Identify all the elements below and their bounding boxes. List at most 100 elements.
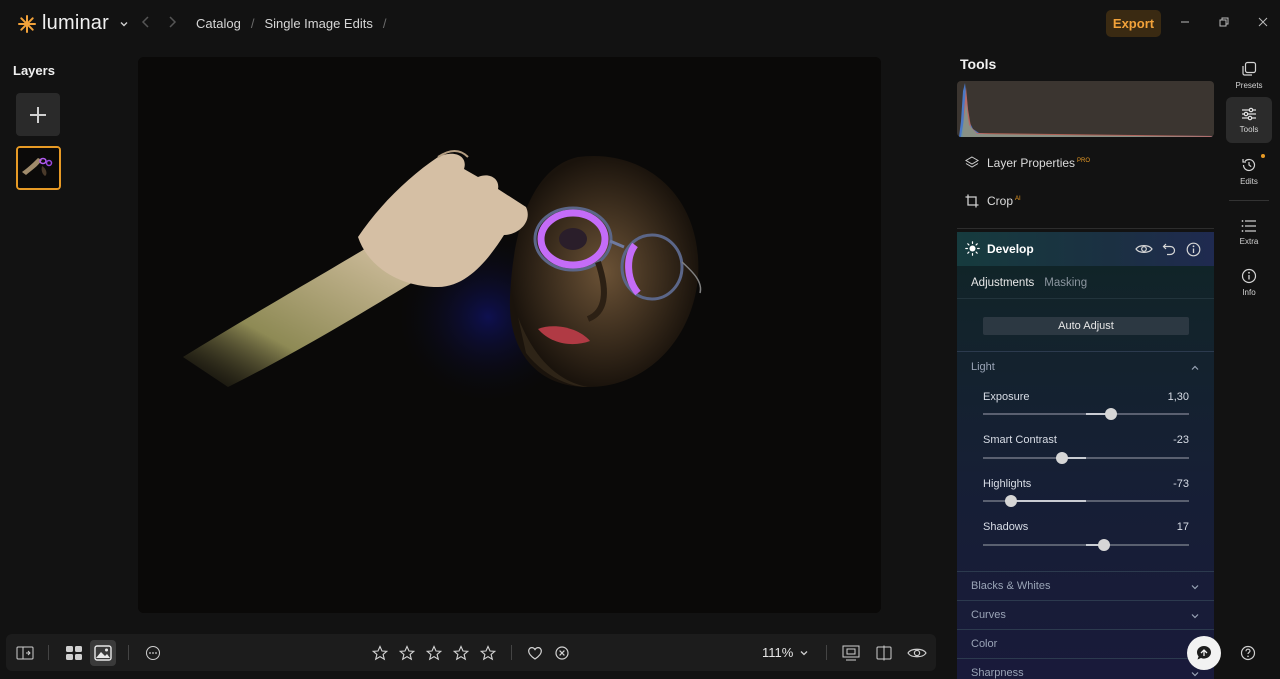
section-divider — [957, 571, 1214, 572]
export-button[interactable]: Export — [1106, 10, 1161, 37]
fit-screen-button[interactable] — [840, 642, 862, 664]
single-view-button[interactable] — [90, 640, 116, 666]
fit-screen-icon — [842, 645, 860, 661]
histogram-graph — [959, 83, 1214, 137]
grid-icon — [66, 646, 82, 660]
develop-title: Develop — [987, 242, 1034, 256]
breadcrumb-single-image-edits[interactable]: Single Image Edits — [264, 16, 372, 31]
layer-thumbnail[interactable] — [16, 146, 61, 190]
color-section[interactable]: Color — [971, 638, 997, 650]
slider-fill — [1010, 500, 1086, 502]
help-button[interactable] — [1239, 644, 1257, 662]
close-button[interactable] — [1253, 12, 1273, 32]
layers-stack-icon — [965, 156, 979, 168]
crop-icon — [965, 194, 979, 208]
reject-icon — [555, 646, 569, 660]
chat-assistant-button[interactable] — [1187, 636, 1221, 670]
develop-header[interactable]: Develop — [957, 232, 1214, 266]
sharpness-section[interactable]: Sharpness — [971, 667, 1024, 679]
grid-view-button[interactable] — [63, 642, 85, 664]
rail-extra[interactable]: Extra — [1226, 209, 1272, 255]
rating-star-1[interactable] — [369, 642, 391, 664]
sidebar-toggle-icon — [16, 646, 34, 660]
restore-button[interactable] — [1214, 12, 1234, 32]
smart-contrast-slider[interactable] — [983, 452, 1189, 464]
toggle-visibility-button[interactable] — [1135, 240, 1153, 258]
tab-adjustments[interactable]: Adjustments — [971, 277, 1034, 289]
shadows-value[interactable]: 17 — [1177, 521, 1189, 533]
blacks-whites-section[interactable]: Blacks & Whites — [971, 580, 1050, 592]
rail-info[interactable]: Info — [1226, 259, 1272, 305]
exposure-slider[interactable] — [983, 408, 1189, 420]
luminar-app: luminar Catalog / Single Image Edits / E… — [0, 0, 1280, 679]
favorite-button[interactable] — [524, 642, 546, 664]
rating-star-5[interactable] — [477, 642, 499, 664]
slider-handle[interactable] — [1004, 495, 1017, 507]
breadcrumb-catalog[interactable]: Catalog — [196, 16, 241, 31]
history-nav — [140, 14, 178, 30]
chevron-down-icon[interactable] — [1189, 668, 1201, 679]
shadows-label: Shadows — [983, 521, 1029, 533]
compare-icon — [876, 645, 892, 661]
reset-button[interactable] — [1160, 240, 1178, 258]
rail-presets[interactable]: Presets — [1226, 52, 1272, 98]
auto-adjust-button[interactable]: Auto Adjust — [983, 317, 1189, 335]
crop-tool[interactable]: Crop AI — [965, 194, 1021, 208]
back-arrow-icon[interactable] — [140, 14, 152, 30]
toolbar-divider — [48, 645, 49, 660]
slider-handle[interactable] — [1097, 539, 1110, 551]
light-section-header[interactable]: Light — [971, 361, 995, 373]
chevron-down-icon[interactable] — [1189, 581, 1201, 593]
chevron-down-icon[interactable] — [1189, 610, 1201, 622]
add-layer-button[interactable] — [16, 93, 60, 136]
sun-icon — [965, 241, 980, 256]
list-icon — [1241, 219, 1256, 232]
zoom-dropdown[interactable]: 111% — [762, 645, 809, 660]
sliders-icon — [1242, 107, 1256, 120]
close-icon — [1258, 17, 1268, 27]
zoom-level: 111% — [762, 645, 794, 660]
shadows-slider[interactable] — [983, 539, 1189, 551]
layer-properties-label: Layer Properties — [987, 156, 1076, 170]
rating-star-4[interactable] — [450, 642, 472, 664]
smart-contrast-value[interactable]: -23 — [1173, 434, 1189, 446]
app-logo[interactable]: luminar — [18, 12, 129, 35]
rating-star-3[interactable] — [423, 642, 445, 664]
slider-handle[interactable] — [1104, 408, 1117, 420]
forward-arrow-icon[interactable] — [166, 14, 178, 30]
develop-info-button[interactable] — [1184, 240, 1202, 258]
curves-section[interactable]: Curves — [971, 609, 1006, 621]
ai-badge: AI — [1015, 196, 1021, 202]
chevron-up-icon[interactable] — [1189, 362, 1201, 374]
rail-presets-label: Presets — [1235, 80, 1263, 90]
layers-title: Layers — [13, 63, 55, 78]
rating-star-2[interactable] — [396, 642, 418, 664]
breadcrumb: Catalog / Single Image Edits / — [196, 16, 386, 31]
section-divider — [957, 658, 1214, 659]
preview-button[interactable] — [906, 642, 928, 664]
highlights-value[interactable]: -73 — [1173, 478, 1189, 490]
eye-icon — [1135, 245, 1153, 253]
chevron-down-icon — [800, 650, 808, 655]
more-options-button[interactable] — [142, 642, 164, 664]
minimize-button[interactable] — [1175, 12, 1195, 32]
luminar-sun-icon — [18, 14, 36, 33]
photo-canvas[interactable] — [138, 57, 881, 613]
tab-masking[interactable]: Masking — [1044, 277, 1087, 289]
chat-icon — [1197, 646, 1211, 660]
rail-tools[interactable]: Tools — [1226, 97, 1272, 143]
rail-edits-label: Edits — [1240, 176, 1258, 186]
layer-properties-tool[interactable]: Layer Properties PRO — [965, 156, 1090, 170]
develop-tabs: Adjustments Masking — [971, 277, 1087, 289]
reject-button[interactable] — [551, 642, 573, 664]
rail-edits[interactable]: Edits — [1226, 148, 1272, 194]
exposure-value[interactable]: 1,30 — [1168, 391, 1189, 403]
star-icon — [453, 645, 469, 661]
history-icon — [1242, 158, 1256, 171]
slider-handle[interactable] — [1056, 452, 1069, 464]
compare-button[interactable] — [873, 642, 895, 664]
layer-thumbnail-image — [18, 148, 59, 188]
highlights-slider[interactable] — [983, 495, 1189, 507]
toggle-sidebar-button[interactable] — [14, 642, 36, 664]
tabs-divider — [957, 298, 1214, 299]
